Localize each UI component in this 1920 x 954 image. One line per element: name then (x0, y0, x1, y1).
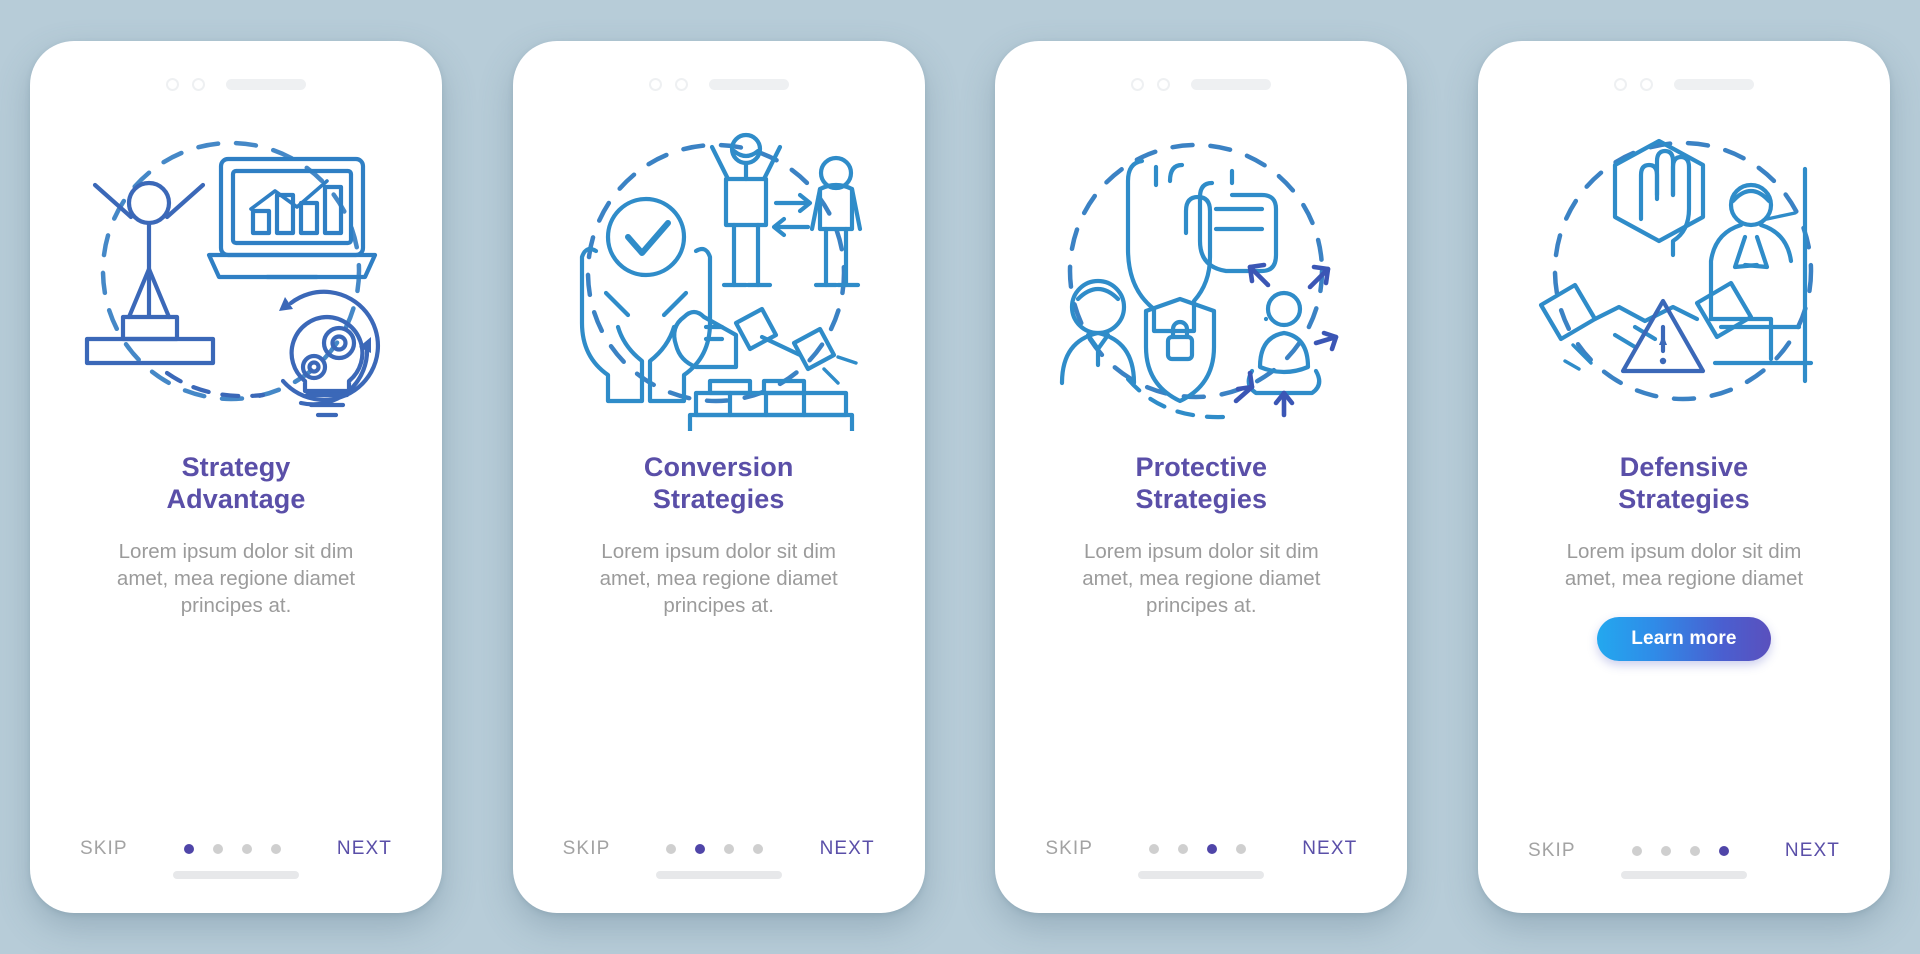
next-button[interactable]: NEXT (1779, 839, 1846, 863)
cta-container: Learn more (1597, 616, 1771, 662)
illustration-protective-strategies (1007, 103, 1395, 448)
pagination-dot-2[interactable] (695, 844, 706, 854)
pagination-dots (1149, 844, 1247, 854)
skip-button[interactable]: SKIP (1039, 837, 1099, 861)
next-button[interactable]: NEXT (331, 837, 398, 861)
camera-icon (1613, 77, 1627, 91)
sensor-icon (674, 77, 688, 91)
next-button[interactable]: NEXT (1296, 837, 1363, 861)
onboarding-nav: SKIP NEXT (42, 837, 430, 861)
pagination-dot-4[interactable] (753, 844, 764, 854)
phone-mockup-conversion-strategies: Conversion Strategies Lorem ipsum dolor s… (512, 41, 925, 913)
skip-button[interactable]: SKIP (557, 837, 617, 861)
illustration-conversion-strategies (525, 103, 913, 448)
skip-button[interactable]: SKIP (1522, 839, 1582, 863)
phone-status-bar (1007, 53, 1395, 99)
skip-button[interactable]: SKIP (74, 837, 134, 861)
pagination-dot-4[interactable] (270, 844, 281, 854)
pagination-dot-3[interactable] (1689, 846, 1700, 856)
pagination-dot-4[interactable] (1236, 844, 1247, 854)
speaker-grille-icon (1191, 78, 1272, 90)
screen-strategy-advantage: Strategy Advantage Lorem ipsum dolor sit … (42, 53, 430, 901)
pagination-dot-3[interactable] (1207, 844, 1218, 854)
home-indicator-icon (655, 871, 782, 879)
pagination-dots (183, 844, 281, 854)
page-description: Lorem ipsum dolor sit dim amet, mea regio… (599, 539, 838, 617)
pagination-dot-1[interactable] (1149, 844, 1160, 854)
screen-defensive-strategies: Defensive Strategies Lorem ipsum dolor si… (1489, 53, 1878, 901)
illustration-defensive-strategies (1490, 103, 1878, 448)
page-title: Protective Strategies (1135, 452, 1268, 514)
page-description: Lorem ipsum dolor sit dim amet, mea regio… (1564, 539, 1804, 590)
screen-conversion-strategies: Conversion Strategies Lorem ipsum dolor s… (524, 53, 913, 901)
page-description: Lorem ipsum dolor sit dim amet, mea regio… (1082, 539, 1321, 617)
phone-mockup-protective-strategies: Protective Strategies Lorem ipsum dolor s… (995, 41, 1408, 913)
home-indicator-icon (1620, 871, 1747, 879)
pagination-dot-2[interactable] (212, 844, 223, 854)
home-indicator-icon (173, 871, 299, 879)
page-title: Conversion Strategies (643, 452, 794, 514)
onboarding-nav: SKIP NEXT (1490, 839, 1878, 863)
learn-more-button[interactable]: Learn more (1597, 616, 1771, 661)
speaker-grille-icon (1673, 78, 1754, 90)
pagination-dot-2[interactable] (1660, 846, 1671, 856)
onboarding-screens-stage: Strategy Advantage Lorem ipsum dolor sit … (0, 0, 1920, 954)
phone-status-bar (1490, 53, 1878, 99)
next-button[interactable]: NEXT (814, 837, 881, 861)
screen-protective-strategies: Protective Strategies Lorem ipsum dolor s… (1007, 53, 1396, 901)
phone-mockup-strategy-advantage: Strategy Advantage Lorem ipsum dolor sit … (30, 41, 442, 913)
sensor-icon (192, 77, 205, 91)
onboarding-nav: SKIP NEXT (525, 837, 913, 861)
pagination-dot-2[interactable] (1178, 844, 1189, 854)
pagination-dot-4[interactable] (1718, 846, 1729, 856)
pagination-dots (666, 844, 764, 854)
sensor-icon (1639, 77, 1653, 91)
pagination-dot-3[interactable] (724, 844, 735, 854)
pagination-dot-3[interactable] (241, 844, 252, 854)
speaker-grille-icon (708, 78, 789, 90)
pagination-dot-1[interactable] (666, 844, 677, 854)
page-title: Defensive Strategies (1618, 452, 1750, 514)
onboarding-nav: SKIP NEXT (1007, 837, 1395, 861)
phone-status-bar (525, 53, 913, 99)
sensor-icon (1157, 77, 1171, 91)
camera-icon (166, 77, 179, 91)
pagination-dots (1631, 846, 1729, 856)
phone-mockup-defensive-strategies: Defensive Strategies Lorem ipsum dolor si… (1477, 41, 1890, 913)
camera-icon (1131, 77, 1145, 91)
phone-status-bar (42, 53, 430, 99)
camera-icon (648, 77, 662, 91)
pagination-dot-1[interactable] (183, 844, 194, 854)
page-description: Lorem ipsum dolor sit dim amet, mea regio… (116, 539, 356, 617)
speaker-grille-icon (226, 78, 306, 90)
pagination-dot-1[interactable] (1631, 846, 1642, 856)
page-title: Strategy Advantage (166, 452, 306, 514)
home-indicator-icon (1138, 871, 1265, 879)
illustration-strategy-advantage (42, 103, 430, 448)
